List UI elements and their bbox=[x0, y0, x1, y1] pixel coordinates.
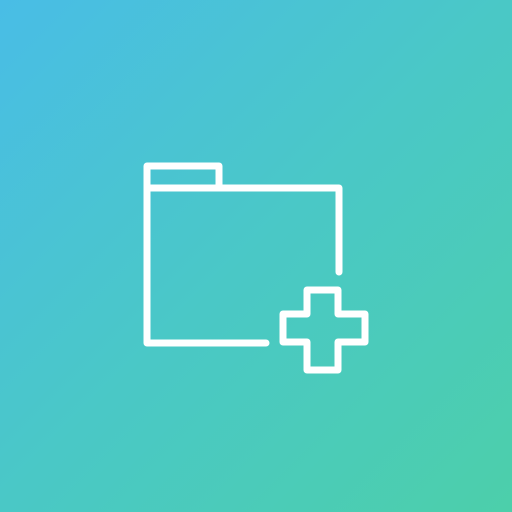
icon-canvas bbox=[0, 0, 512, 512]
folder-add-icon bbox=[143, 162, 369, 374]
plus-icon bbox=[279, 286, 369, 374]
folder-outline bbox=[143, 184, 343, 347]
